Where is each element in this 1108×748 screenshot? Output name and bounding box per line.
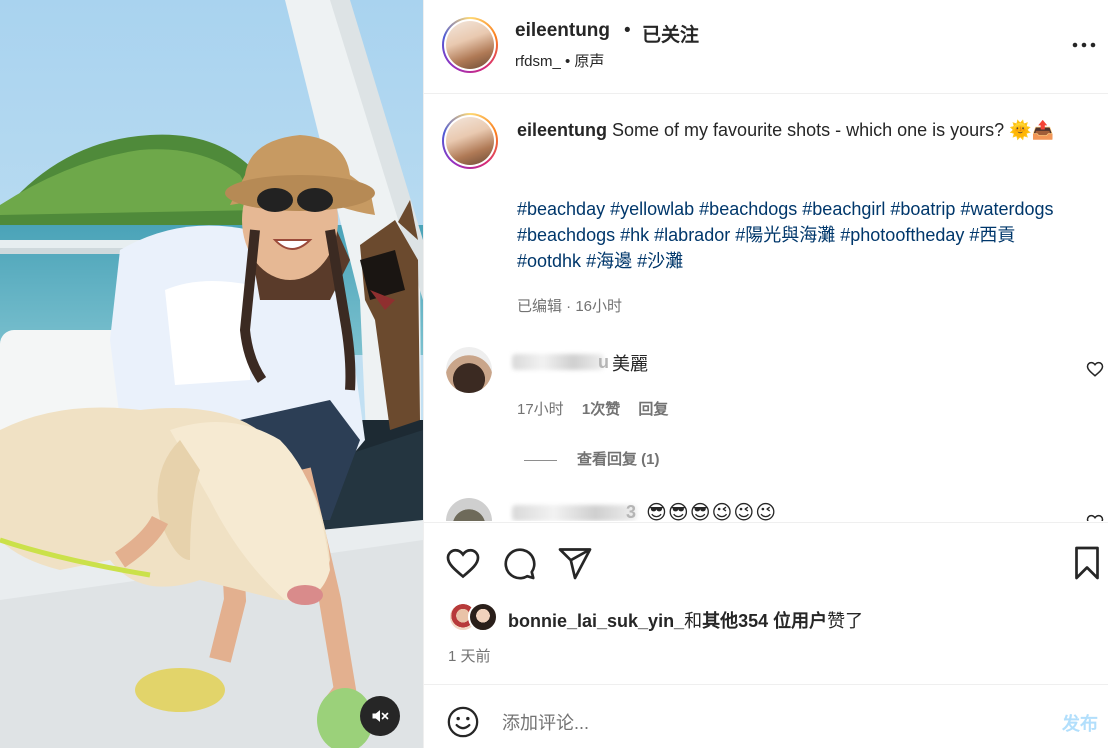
view-replies-button[interactable]: 查看回复 (1) (524, 448, 660, 469)
heart-icon[interactable] (445, 545, 481, 581)
divider-line (524, 459, 557, 461)
caption-username[interactable]: eileentung (517, 120, 607, 140)
commenter-username-blurred[interactable] (512, 505, 637, 521)
caption-text: Some of my favourite shots - which one i… (607, 120, 1055, 140)
bookmark-icon[interactable] (1069, 545, 1105, 581)
post-actions: bonnie_lai_suk_yin_和其他354 位用户赞了 1 天前 (424, 522, 1108, 684)
hashtag-link[interactable]: #boatrip (890, 199, 955, 219)
reply-button[interactable]: 回复 (638, 401, 668, 418)
separator-dot: • (624, 20, 631, 41)
likes-others-link[interactable]: 其他354 位用户 (702, 611, 827, 631)
caption: eileentung Some of my favourite shots - … (517, 117, 1089, 144)
author-avatar[interactable] (442, 17, 498, 73)
hashtag-link[interactable]: #waterdogs (960, 199, 1053, 219)
likes-connector: 和 (684, 611, 703, 631)
hashtag-link[interactable]: #hk (620, 225, 649, 245)
hashtag-link[interactable]: #photooftheday (840, 225, 964, 245)
hashtag-link[interactable]: #ootdhk (517, 251, 581, 271)
more-horizontal-icon[interactable] (1070, 40, 1098, 50)
author-username[interactable]: eileentung (515, 20, 610, 42)
post-comment-button[interactable]: 发布 (1062, 710, 1098, 736)
liker-username[interactable]: bonnie_lai_suk_yin_ (508, 611, 684, 631)
hashtag-link[interactable]: #沙灘 (637, 251, 683, 271)
caption-meta: 已编辑 · 16小时 (517, 298, 623, 315)
liker-avatar[interactable] (468, 602, 498, 632)
audio-attribution[interactable]: rfdsm_ • 原声 (515, 50, 604, 71)
hashtag-list: #beachday #yellowlab #beachdogs #beachgi… (517, 196, 1057, 274)
commenter-username-tail: u (598, 352, 609, 372)
likes-summary: bonnie_lai_suk_yin_和其他354 位用户赞了 (508, 607, 863, 633)
volume-off-icon (372, 710, 389, 722)
commenter-avatar[interactable] (446, 498, 492, 521)
hashtag-link[interactable]: #海邊 (586, 251, 632, 271)
view-replies-label: 查看回复 (1) (577, 451, 660, 468)
likes-suffix: 赞了 (827, 611, 864, 631)
caption-author-avatar[interactable] (442, 113, 498, 169)
mute-button[interactable] (360, 696, 400, 736)
follow-status-button[interactable]: 已关注 (642, 20, 699, 47)
add-comment-bar: 发布 (424, 684, 1108, 748)
hashtag-link[interactable]: #labrador (654, 225, 730, 245)
comment-like-heart-icon[interactable] (1086, 360, 1104, 378)
post-details-panel: eileentung • 已关注 rfdsm_ • 原声 eileentung … (423, 0, 1108, 748)
post-photo (0, 0, 423, 748)
comment-icon[interactable] (501, 545, 537, 581)
post-header: eileentung • 已关注 rfdsm_ • 原声 (424, 0, 1108, 94)
comment-like-count[interactable]: 1次赞 (582, 401, 620, 418)
post-timestamp[interactable]: 1 天前 (448, 645, 491, 666)
comment-meta: 17小时 1次赞 回复 (517, 398, 682, 419)
hashtag-link[interactable]: #西貢 (969, 225, 1015, 245)
hashtag-link[interactable]: #beachday (517, 199, 605, 219)
comment-like-heart-icon[interactable] (1086, 513, 1104, 521)
hashtag-link[interactable]: #beachgirl (802, 199, 885, 219)
post-media[interactable] (0, 0, 423, 748)
comments-section[interactable]: eileentung Some of my favourite shots - … (424, 95, 1108, 521)
comment-text: 美麗 (612, 354, 648, 374)
hashtag-link[interactable]: #beachdogs (517, 225, 615, 245)
hashtag-link[interactable]: #beachdogs (699, 199, 797, 219)
send-icon[interactable] (557, 545, 593, 581)
hashtag-link[interactable]: #陽光與海灘 (735, 225, 835, 245)
commenter-username-blurred[interactable] (512, 354, 604, 370)
comment-text: 😎😎😎😉😉😉 (646, 502, 778, 521)
comment-time: 17小时 (517, 401, 564, 418)
commenter-username-tail: 3 (626, 502, 637, 521)
emoji-icon[interactable] (446, 705, 480, 739)
comment-input[interactable] (502, 703, 1042, 743)
hashtag-link[interactable]: #yellowlab (610, 199, 694, 219)
commenter-avatar[interactable] (446, 347, 492, 393)
